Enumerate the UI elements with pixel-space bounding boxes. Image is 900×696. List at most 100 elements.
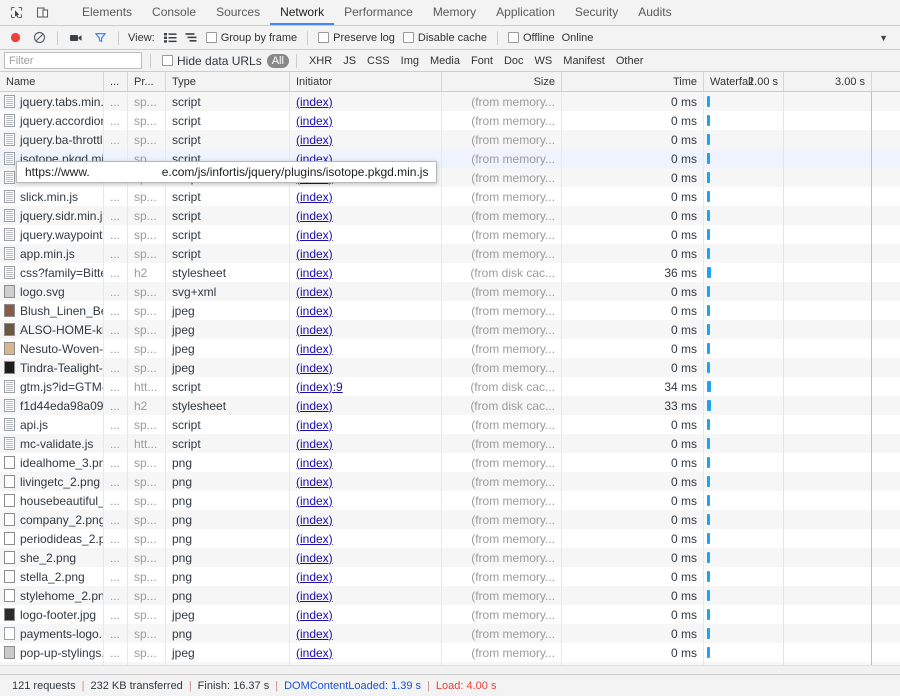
camera-icon[interactable] bbox=[65, 28, 87, 48]
tab-console[interactable]: Console bbox=[142, 0, 206, 25]
tab-audits[interactable]: Audits bbox=[628, 0, 681, 25]
waterfall-bar[interactable] bbox=[707, 381, 711, 392]
table-row[interactable]: stylehome_2.png... sp... png (index) (from m… bbox=[0, 586, 900, 605]
initiator-link[interactable]: (index) bbox=[296, 114, 333, 128]
waterfall-bar[interactable] bbox=[707, 533, 710, 544]
waterfall-bar[interactable] bbox=[707, 191, 710, 202]
column-header-size[interactable]: Size bbox=[442, 72, 562, 91]
waterfall-bar[interactable] bbox=[707, 609, 710, 620]
table-row[interactable]: jquery.waypoints......sp...script (index)… bbox=[0, 225, 900, 244]
initiator-link[interactable]: (index) bbox=[296, 361, 333, 375]
table-row[interactable]: mc-validate.js... htt... script (index) (fro… bbox=[0, 434, 900, 453]
table-row[interactable]: jquery.sidr.min.js... sp... script (index) (… bbox=[0, 206, 900, 225]
device-toolbar-icon[interactable] bbox=[32, 3, 52, 23]
waterfall-bar[interactable] bbox=[707, 286, 710, 297]
initiator-link[interactable]: (index) bbox=[296, 551, 333, 565]
waterfall-bar[interactable] bbox=[707, 210, 710, 221]
initiator-link[interactable]: (index) bbox=[296, 399, 333, 413]
initiator-link[interactable]: (index) bbox=[296, 532, 333, 546]
waterfall-bar[interactable] bbox=[707, 400, 711, 411]
table-row[interactable]: livingetc_2.png... sp... png (index) (from m… bbox=[0, 472, 900, 491]
funnel-icon[interactable] bbox=[89, 28, 111, 48]
table-row[interactable]: jquery.ba-throttl...... sp... script (index… bbox=[0, 130, 900, 149]
initiator-link[interactable]: (index) bbox=[296, 304, 333, 318]
column-header-waterfall[interactable]: Waterfall 2.00 s3.00 s4.00 s bbox=[704, 72, 900, 91]
filter-input[interactable] bbox=[4, 52, 142, 69]
waterfall-view-icon[interactable] bbox=[182, 29, 201, 47]
waterfall-bar[interactable] bbox=[707, 590, 710, 601]
table-row[interactable]: logo-footer.jpg... sp... jpeg (index) (from … bbox=[0, 605, 900, 624]
waterfall-bar[interactable] bbox=[707, 267, 711, 278]
column-header-protocol[interactable]: Pr... bbox=[128, 72, 166, 91]
waterfall-bar[interactable] bbox=[707, 571, 710, 582]
type-filter-all[interactable]: All bbox=[266, 53, 289, 68]
inspect-element-icon[interactable] bbox=[6, 3, 26, 23]
type-filter-css[interactable]: CSS bbox=[362, 54, 395, 68]
initiator-link[interactable]: (index) bbox=[296, 342, 333, 356]
tab-network[interactable]: Network bbox=[270, 0, 335, 25]
clear-icon[interactable] bbox=[28, 28, 50, 48]
initiator-link[interactable]: (index) bbox=[296, 247, 333, 261]
initiator-link[interactable]: (index) bbox=[296, 646, 333, 660]
initiator-link[interactable]: (index) bbox=[296, 190, 333, 204]
type-filter-img[interactable]: Img bbox=[396, 54, 424, 68]
table-row[interactable]: jquery.tabs.min.js... sp... script (index) (… bbox=[0, 92, 900, 111]
waterfall-bar[interactable] bbox=[707, 248, 710, 259]
column-header-time[interactable]: Time bbox=[562, 72, 704, 91]
waterfall-bar[interactable] bbox=[707, 495, 710, 506]
waterfall-bar[interactable] bbox=[707, 457, 710, 468]
table-row[interactable]: Tindra-Tealight-...... sp... jpeg (index) (f… bbox=[0, 358, 900, 377]
initiator-link[interactable]: (index) bbox=[296, 570, 333, 584]
type-filter-doc[interactable]: Doc bbox=[499, 54, 529, 68]
table-row[interactable]: stella_2.png... sp... png (index) (from memo… bbox=[0, 567, 900, 586]
column-header-status[interactable]: ... bbox=[104, 72, 128, 91]
tab-performance[interactable]: Performance bbox=[334, 0, 423, 25]
initiator-link[interactable]: (index) bbox=[296, 133, 333, 147]
record-icon[interactable] bbox=[4, 28, 26, 48]
table-row[interactable]: pop-up-stylings.......sp...jpeg (index) (f… bbox=[0, 643, 900, 662]
column-header-name[interactable]: Name bbox=[0, 72, 104, 91]
table-row[interactable]: f1d44eda98a092......h2stylesheet (index) (… bbox=[0, 396, 900, 415]
waterfall-bar[interactable] bbox=[707, 647, 710, 658]
type-filter-ws[interactable]: WS bbox=[530, 54, 558, 68]
list-view-icon[interactable] bbox=[161, 29, 180, 47]
initiator-link[interactable]: (index) bbox=[296, 418, 333, 432]
initiator-link[interactable]: (index) bbox=[296, 608, 333, 622]
initiator-link[interactable]: (index) bbox=[296, 589, 333, 603]
waterfall-bar[interactable] bbox=[707, 476, 710, 487]
hide-data-urls-checkbox[interactable]: Hide data URLs bbox=[159, 54, 265, 68]
initiator-link[interactable]: (index) bbox=[296, 209, 333, 223]
table-row[interactable]: slick.min.js... sp... script (index) (from m… bbox=[0, 187, 900, 206]
offline-checkbox[interactable]: Offline bbox=[505, 32, 558, 44]
table-row[interactable]: Blush_Linen_Bed......sp...jpeg (index) (fr… bbox=[0, 301, 900, 320]
table-row[interactable]: housebeautiful_......sp...png (index) (fro… bbox=[0, 491, 900, 510]
waterfall-bar[interactable] bbox=[707, 419, 710, 430]
initiator-link[interactable]: (index):9 bbox=[296, 380, 343, 394]
table-row[interactable]: api.js... sp... script (index) (from memory.… bbox=[0, 415, 900, 434]
throttling-select[interactable]: Online bbox=[560, 32, 598, 44]
waterfall-bar[interactable] bbox=[707, 134, 710, 145]
tab-elements[interactable]: Elements bbox=[72, 0, 142, 25]
type-filter-font[interactable]: Font bbox=[466, 54, 498, 68]
tab-memory[interactable]: Memory bbox=[423, 0, 486, 25]
initiator-link[interactable]: (index) bbox=[296, 627, 333, 641]
waterfall-bar[interactable] bbox=[707, 552, 710, 563]
column-header-initiator[interactable]: Initiator bbox=[290, 72, 442, 91]
waterfall-bar[interactable] bbox=[707, 343, 710, 354]
waterfall-bar[interactable] bbox=[707, 153, 710, 164]
table-row[interactable]: gtm.js?id=GTM-......htt...script (index):… bbox=[0, 377, 900, 396]
initiator-link[interactable]: (index) bbox=[296, 494, 333, 508]
chevron-down-icon[interactable]: ▼ bbox=[871, 33, 896, 43]
initiator-link[interactable]: (index) bbox=[296, 228, 333, 242]
tab-application[interactable]: Application bbox=[486, 0, 565, 25]
disable-cache-checkbox[interactable]: Disable cache bbox=[400, 32, 490, 44]
table-row[interactable]: css?family=Bitte......h2stylesheet (index… bbox=[0, 263, 900, 282]
table-row[interactable]: Nesuto-Woven-...... sp... jpeg (index) (from… bbox=[0, 339, 900, 358]
type-filter-media[interactable]: Media bbox=[425, 54, 465, 68]
waterfall-bar[interactable] bbox=[707, 324, 710, 335]
group-by-frame-checkbox[interactable]: Group by frame bbox=[203, 32, 300, 44]
initiator-link[interactable]: (index) bbox=[296, 266, 333, 280]
waterfall-bar[interactable] bbox=[707, 229, 710, 240]
type-filter-xhr[interactable]: XHR bbox=[304, 54, 337, 68]
waterfall-bar[interactable] bbox=[707, 514, 710, 525]
